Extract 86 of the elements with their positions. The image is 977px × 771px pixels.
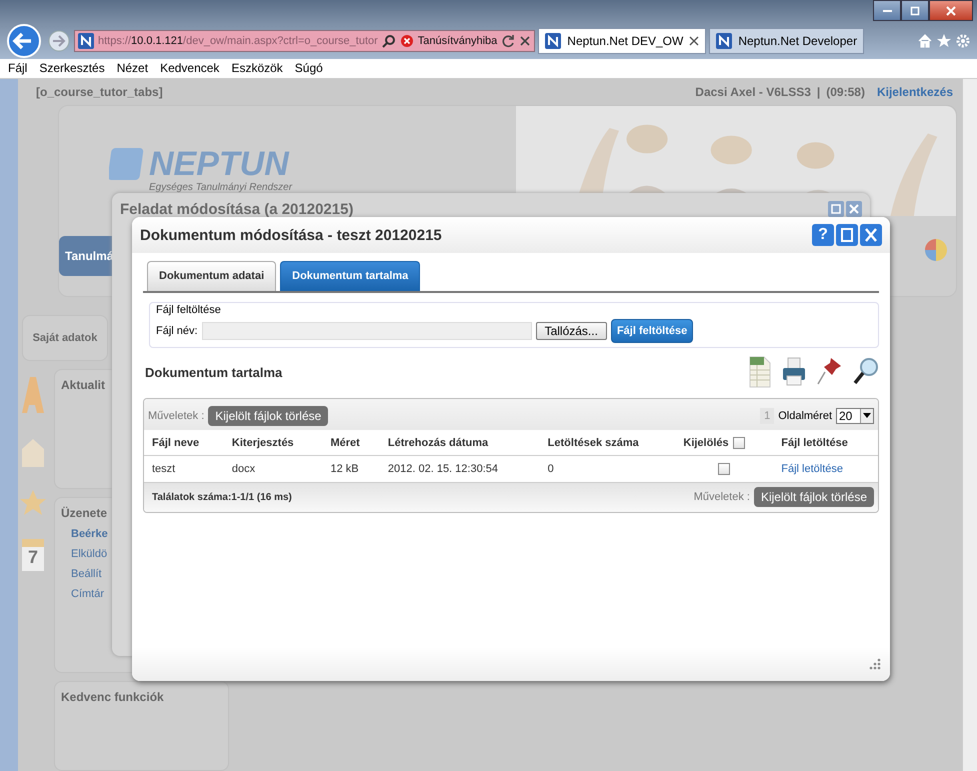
home-icon[interactable] [917,32,933,49]
close-icon[interactable] [689,36,700,46]
letter-a-icon [20,375,46,415]
star-icon[interactable] [936,32,952,49]
column-header-label: Kijelölés [683,437,729,449]
close-button[interactable] [929,0,973,21]
row-checkbox[interactable] [718,463,730,476]
site-icon [716,32,732,49]
maximize-button[interactable] [901,0,929,21]
field-label: Fájl név: [156,325,198,337]
context-label: [o_course_tutor_tabs] [36,85,163,99]
page-size-select[interactable]: 20 [836,408,874,424]
panel-title: Kedvenc funkciók [61,690,165,704]
tab[interactable]: Dokumentum tartalma [280,261,420,291]
search-icon [382,34,396,48]
menu-item[interactable]: Fájl [8,61,28,76]
actions-label: Műveletek : [148,410,204,422]
logo-icon [109,146,145,182]
resize-grip-icon[interactable] [868,657,882,671]
table-cell: 2012. 02. 15. 12:30:54 [380,456,540,482]
logout-link[interactable]: Kijelentkezés [876,85,953,99]
minimize-button[interactable] [873,0,901,21]
site-icon [78,32,94,49]
upload-button[interactable]: Fájl feltöltése [610,319,694,343]
panel-title: Aktualit [61,378,106,392]
address-bar[interactable]: https://10.0.1.121/dev_ow/main.aspx?ctrl=o_course_tutor Tanúsítványhiba [74,30,536,52]
column-header: Létrehozás dátuma [380,430,540,456]
delete-selected-button[interactable]: Kijelölt fájlok törlése [754,487,874,508]
menu-item[interactable]: Súgó [294,61,323,76]
session-timer: (09:58) [826,85,865,99]
result-count: Találatok száma:1-1/1 (16 ms) [152,492,292,503]
close-icon [946,6,956,16]
delete-selected-button[interactable]: Kijelölt fájlok törlése [208,406,328,426]
spreadsheet-icon[interactable] [749,356,771,388]
panel-link[interactable]: Beérke [71,528,108,540]
dropdown-arrow-icon [863,413,871,419]
settings-icon[interactable] [955,32,971,49]
menu-item[interactable]: Nézet [116,61,148,76]
refresh-icon [501,34,516,48]
table-cell: docx [224,456,322,482]
user-label: Dacsi Axel - V6LSS3 [695,85,811,99]
printer-icon[interactable] [781,356,807,388]
certificate-error-label[interactable]: Tanúsítványhiba [418,34,498,47]
column-header: Fájl letöltése [773,430,878,456]
select-all-checkbox[interactable] [732,437,745,449]
panel-link[interactable]: Beállít [71,568,102,580]
maximize-icon [910,6,920,16]
error-icon [400,34,414,48]
table-cell: 12 kB [322,456,380,482]
forward-button[interactable] [47,28,71,53]
stop-icon [519,34,532,47]
pie-chart-icon [924,238,948,262]
logo-text: NEPTUN [149,146,290,182]
browse-button[interactable]: Tallózás... [536,322,607,340]
help-button[interactable]: ? [812,224,834,246]
column-header: Kiterjesztés [224,430,322,456]
file-name-field[interactable] [202,322,532,340]
scrollbar[interactable] [962,79,977,771]
nav-tab[interactable]: Saját adatok [22,315,108,361]
browser-tab[interactable]: Neptun.Net DEV_OW [538,28,706,54]
menu-item[interactable]: Kedvencek [160,61,220,76]
menu-item[interactable]: Eszközök [231,61,283,76]
column-header: Letöltések száma [540,430,676,456]
column-header: Fájl neve [144,430,224,456]
back-button[interactable] [6,22,42,59]
column-header: Méret [322,430,380,456]
site-icon [545,32,562,49]
dialog-title: Dokumentum módosítása - teszt 20120215 [140,226,442,244]
fieldset-legend: Fájl feltöltése [156,304,872,316]
panel-link[interactable]: Címtár [71,588,104,600]
panel-title: Üzenete [61,506,108,520]
table-cell: 0 [540,456,676,482]
download-link[interactable]: Fájl letöltése [781,463,844,476]
table-cell: teszt [144,456,224,482]
menu-item[interactable]: Szerkesztés [39,61,105,76]
dialog-title: Feladat módosítása (a 20120215) [120,201,354,218]
panel-link[interactable]: Elküldö [71,548,108,560]
calendar-icon: 7 [22,539,44,571]
section-title: Dokumentum tartalma [145,364,282,380]
tab[interactable]: Dokumentum adatai [147,261,276,291]
logo-subtitle: Egységes Tanulmányi Rendszer [149,182,292,193]
minimize-icon [882,10,892,12]
actions-label: Műveletek : [694,491,750,504]
browser-tab[interactable]: Neptun.Net Developer [709,28,864,54]
page-size-label: Oldalméret [778,410,832,422]
separator: | [816,85,820,99]
